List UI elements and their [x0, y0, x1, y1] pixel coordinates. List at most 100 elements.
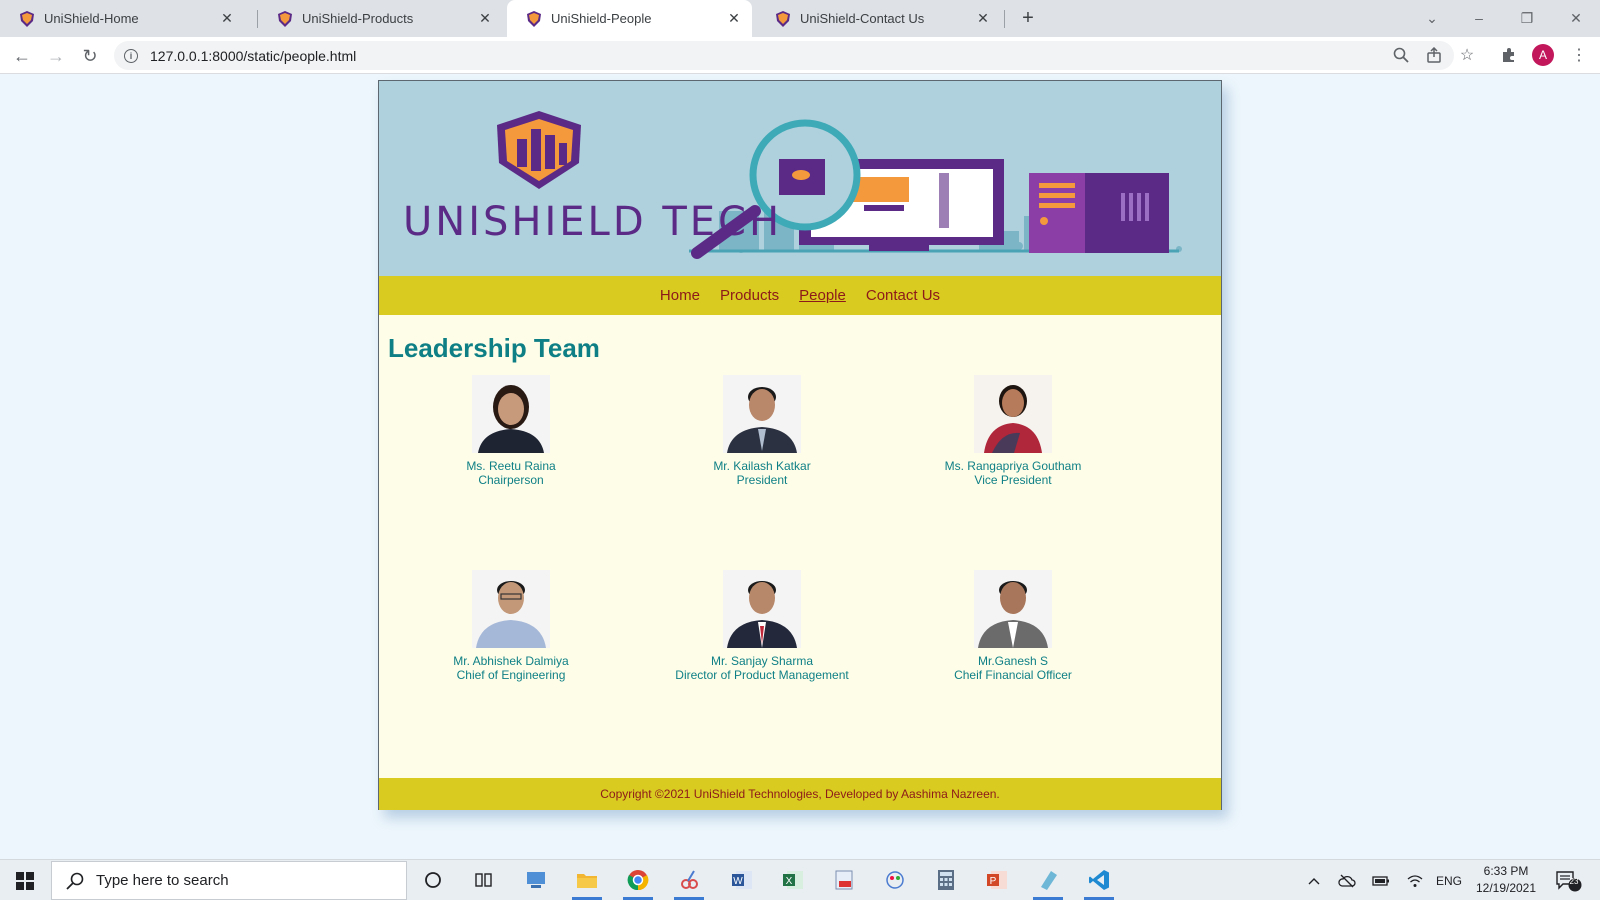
tab-home[interactable]: UniShield-Home ✕	[0, 0, 245, 37]
menu-kebab-icon[interactable]: ⋮	[1566, 42, 1592, 68]
svg-text:X: X	[786, 876, 793, 887]
shield-favicon-icon	[527, 10, 541, 27]
person-name: Mr. Kailash Katkar	[713, 459, 811, 473]
search-icon	[66, 872, 84, 890]
nav-link-products[interactable]: Products	[720, 287, 779, 304]
svg-text:W: W	[733, 876, 743, 887]
person-name: Ms. Rangapriya Goutham	[944, 459, 1082, 473]
taskbar-search[interactable]: Type here to search	[51, 861, 407, 900]
task-view-icon[interactable]	[467, 864, 501, 896]
person-card: Mr. Sanjay Sharma Director of Product Ma…	[662, 570, 862, 682]
tab-label: UniShield-People	[551, 11, 652, 26]
nav-link-contact[interactable]: Contact Us	[866, 287, 940, 304]
zoom-icon[interactable]	[1388, 42, 1414, 68]
tab-contact[interactable]: UniShield-Contact Us ✕	[756, 0, 1001, 37]
back-arrow-icon[interactable]: ←	[9, 43, 35, 69]
shield-favicon-icon	[776, 10, 790, 27]
reload-icon[interactable]: ↻	[77, 43, 103, 69]
site-info-icon[interactable]: i	[124, 48, 138, 63]
brand-wordmark: UNISHIELD TECH	[403, 199, 783, 245]
person-photo	[723, 570, 801, 648]
vscode-icon[interactable]	[1082, 864, 1116, 900]
nav-link-people[interactable]: People	[799, 287, 846, 304]
person-title: President	[736, 473, 788, 487]
page-viewport: UNISHIELD TECH Home Products People Cont…	[0, 74, 1600, 859]
input-language-indicator[interactable]: ENG	[1434, 860, 1464, 900]
person-name: Mr.Ganesh S	[977, 654, 1049, 668]
paint-icon[interactable]	[878, 864, 912, 896]
person-card: Ms. Reetu Raina Chairperson	[411, 375, 611, 487]
clock-date: 12/19/2021	[1475, 881, 1537, 895]
person-photo	[723, 375, 801, 453]
close-tab-icon[interactable]: ✕	[219, 10, 235, 27]
person-card: Ms. Rangapriya Goutham Vice President	[913, 375, 1113, 487]
snipping-tool-icon[interactable]	[672, 864, 706, 900]
calculator-icon[interactable]	[929, 864, 963, 896]
tab-label: UniShield-Products	[302, 11, 414, 26]
extensions-puzzle-icon[interactable]	[1496, 42, 1522, 68]
new-tab-button[interactable]: +	[1016, 6, 1040, 30]
close-tab-icon[interactable]: ✕	[726, 10, 742, 27]
onedrive-offline-icon[interactable]	[1336, 860, 1358, 900]
person-card: Mr. Kailash Katkar President	[662, 375, 862, 487]
person-title: Cheif Financial Officer	[954, 668, 1072, 682]
show-hidden-icons[interactable]	[1304, 860, 1324, 900]
browser-toolbar: ← → ↻ i 127.0.0.1:8000/static/people.htm…	[0, 37, 1600, 74]
desktop-app-icon[interactable]	[519, 864, 553, 896]
close-window-icon[interactable]: ✕	[1562, 5, 1590, 31]
person-name: Mr. Abhishek Dalmiya	[453, 654, 569, 668]
person-title: Vice President	[974, 473, 1052, 487]
share-icon[interactable]	[1421, 42, 1447, 68]
site-footer: Copyright ©2021 UniShield Technologies, …	[379, 778, 1221, 810]
site-nav: Home Products People Contact Us	[379, 276, 1221, 315]
start-button[interactable]	[0, 860, 50, 900]
person-title: Chairperson	[478, 473, 544, 487]
page-title: Leadership Team	[388, 333, 600, 363]
excel-icon[interactable]: X	[776, 864, 810, 896]
banner-illustration	[497, 111, 1182, 259]
shield-favicon-icon	[20, 10, 34, 27]
profile-avatar[interactable]: A	[1532, 44, 1554, 66]
url-text: 127.0.0.1:8000/static/people.html	[150, 47, 357, 64]
bookmark-star-icon[interactable]: ☆	[1454, 42, 1480, 68]
person-name: Ms. Reetu Raina	[466, 459, 556, 473]
notepad-icon[interactable]	[1031, 864, 1065, 900]
forward-arrow-icon[interactable]: →	[43, 43, 69, 69]
notification-count: 23	[1569, 877, 1579, 886]
windows-logo-icon	[16, 871, 34, 890]
chrome-icon[interactable]	[621, 864, 655, 900]
header-banner: UNISHIELD TECH	[379, 81, 1221, 276]
tab-people[interactable]: UniShield-People ✕	[507, 0, 752, 37]
shield-favicon-icon	[278, 10, 292, 27]
wifi-icon[interactable]	[1404, 860, 1426, 900]
tab-divider	[1004, 10, 1005, 28]
nav-link-home[interactable]: Home	[660, 287, 700, 304]
notification-center-icon[interactable]: 23	[1552, 860, 1586, 900]
site-container: UNISHIELD TECH Home Products People Cont…	[378, 80, 1222, 810]
word-icon[interactable]: W	[725, 864, 759, 896]
person-card: Mr.Ganesh S Cheif Financial Officer	[913, 570, 1113, 682]
restore-icon[interactable]: ❐	[1513, 5, 1541, 31]
file-explorer-icon[interactable]	[570, 864, 604, 900]
powerpoint-icon[interactable]: P	[980, 864, 1014, 896]
system-clock[interactable]: 6:33 PM 12/19/2021	[1466, 863, 1546, 897]
minimize-icon[interactable]: –	[1465, 5, 1493, 31]
svg-text:P: P	[990, 876, 997, 887]
tab-label: UniShield-Home	[44, 11, 139, 26]
clock-time: 6:33 PM	[1483, 864, 1529, 878]
person-name: Mr. Sanjay Sharma	[710, 654, 814, 668]
windows-taskbar: Type here to search W X P ENG 6:33 PM 12…	[0, 859, 1600, 900]
tab-search-icon[interactable]: ⌄	[1418, 5, 1446, 31]
person-card: Mr. Abhishek Dalmiya Chief of Engineerin…	[411, 570, 611, 682]
close-tab-icon[interactable]: ✕	[975, 10, 991, 27]
person-photo	[472, 570, 550, 648]
search-placeholder: Type here to search	[96, 872, 229, 889]
close-tab-icon[interactable]: ✕	[477, 10, 493, 27]
pdf-viewer-icon[interactable]	[827, 864, 861, 896]
battery-icon[interactable]	[1370, 860, 1392, 900]
person-title: Chief of Engineering	[456, 668, 566, 682]
person-photo	[974, 375, 1052, 453]
cortana-icon[interactable]	[416, 864, 450, 896]
tab-products[interactable]: UniShield-Products ✕	[258, 0, 503, 37]
address-bar[interactable]: i 127.0.0.1:8000/static/people.html	[114, 41, 1454, 70]
